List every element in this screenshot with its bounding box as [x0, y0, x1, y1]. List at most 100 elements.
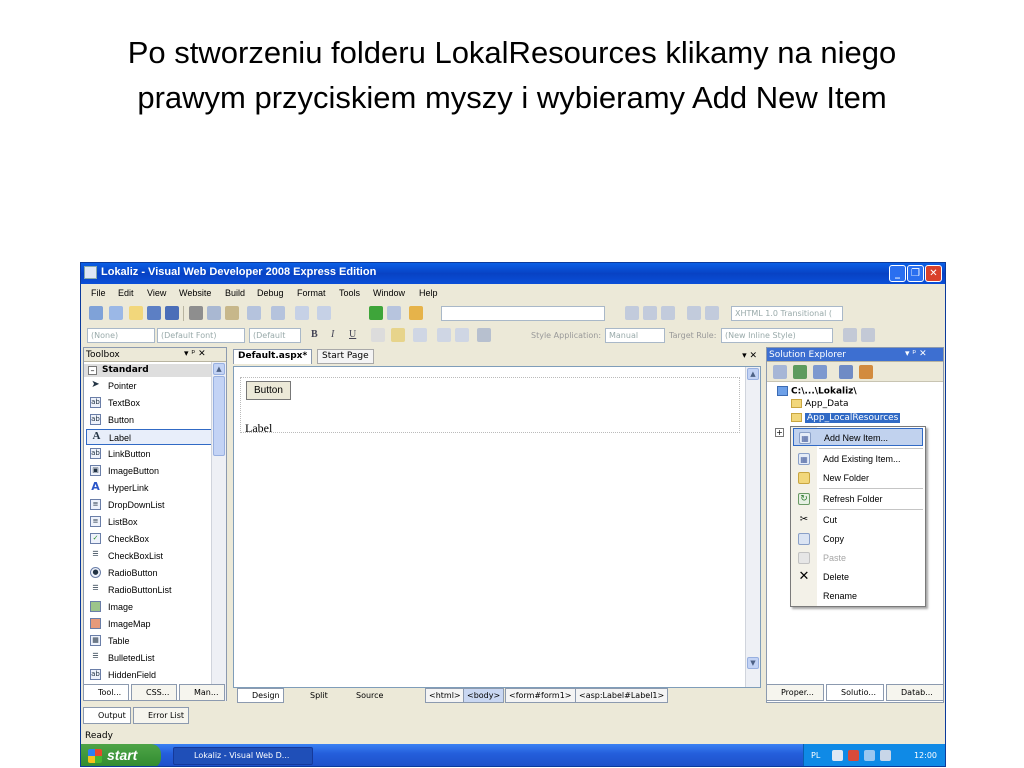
- toolbox-item-bulletedlist[interactable]: ☰ BulletedList: [86, 650, 212, 666]
- tray-security-icon[interactable]: [848, 750, 859, 761]
- menu-item-cut[interactable]: ✂ Cut: [793, 511, 923, 529]
- tree-project-node[interactable]: C:\...\Lokaliz\: [777, 386, 857, 397]
- toolbox-item-image[interactable]: Image: [86, 599, 212, 615]
- tab-properties[interactable]: Proper...: [766, 684, 824, 701]
- find-icon[interactable]: [387, 306, 401, 320]
- add-item-icon[interactable]: [109, 306, 123, 320]
- undo-icon[interactable]: [247, 306, 261, 320]
- menu-item-new-folder[interactable]: New Folder: [793, 469, 923, 487]
- toolbox-item-listbox[interactable]: ≡ ListBox: [86, 514, 212, 530]
- menu-item-delete[interactable]: ✕ Delete: [793, 568, 923, 586]
- tray-network-icon[interactable]: [864, 750, 875, 761]
- target-rule-select[interactable]: (New Inline Style): [721, 328, 833, 343]
- tab-css[interactable]: CSS...: [131, 684, 177, 701]
- menu-help[interactable]: Help: [419, 288, 438, 298]
- toolbox-item-checkbox[interactable]: ✓ CheckBox: [86, 531, 212, 547]
- start-button[interactable]: start: [81, 744, 161, 766]
- properties-icon[interactable]: [773, 365, 787, 379]
- maximize-button[interactable]: ❐: [907, 265, 924, 282]
- tab-output[interactable]: Output: [83, 707, 131, 724]
- save-icon[interactable]: [147, 306, 161, 320]
- toolbox-item-hiddenfield[interactable]: ab HiddenField: [86, 667, 212, 683]
- toolbox-item-radiobutton[interactable]: ● RadioButton: [86, 565, 212, 581]
- block-format-select[interactable]: (None): [87, 328, 155, 343]
- toolbox-item-checkboxlist[interactable]: ☰ CheckBoxList: [86, 548, 212, 564]
- menu-file[interactable]: File: [91, 288, 106, 298]
- asp-label-control[interactable]: Label: [245, 421, 272, 436]
- outdent-icon[interactable]: [643, 306, 657, 320]
- asp-button-control[interactable]: Button: [246, 381, 291, 400]
- menu-tools[interactable]: Tools: [339, 288, 360, 298]
- split-view-button[interactable]: Split: [295, 688, 332, 703]
- indent-icon[interactable]: [625, 306, 639, 320]
- taskbar-item-ide[interactable]: Lokaliz - Visual Web D...: [173, 747, 313, 765]
- menu-item-copy[interactable]: Copy: [793, 530, 923, 548]
- nest-files-icon[interactable]: [813, 365, 827, 379]
- tab-error-list[interactable]: Error List: [133, 707, 189, 724]
- design-view-button[interactable]: Design: [237, 688, 284, 703]
- menu-edit[interactable]: Edit: [118, 288, 134, 298]
- numbered-list-icon[interactable]: [437, 328, 451, 342]
- toolbox-item-table[interactable]: ▦ Table: [86, 633, 212, 649]
- new-project-icon[interactable]: [89, 306, 103, 320]
- editor-scrollbar[interactable]: ▲ ▼: [745, 367, 760, 687]
- align-icon[interactable]: [413, 328, 427, 342]
- expand-icon[interactable]: +: [775, 428, 784, 437]
- design-surface[interactable]: Button Label ▲ ▼: [233, 366, 761, 688]
- save-all-icon[interactable]: [165, 306, 179, 320]
- menu-item-add-new-item[interactable]: ▦ Add New Item...: [793, 428, 923, 446]
- toolbox-pane-controls[interactable]: ▾ ᵖ ✕: [184, 349, 206, 359]
- toolbox-item-linkbutton[interactable]: ab LinkButton: [86, 446, 212, 462]
- font-size-select[interactable]: (Default: [249, 328, 301, 343]
- scroll-up-icon[interactable]: ▲: [747, 368, 759, 380]
- paste-icon[interactable]: [225, 306, 239, 320]
- menu-view[interactable]: View: [147, 288, 166, 298]
- styles-icon[interactable]: [477, 328, 491, 342]
- crumb-body[interactable]: <body>: [463, 688, 505, 703]
- style-application-select[interactable]: Manual: [605, 328, 665, 343]
- scroll-thumb[interactable]: [213, 376, 225, 456]
- crumb-html[interactable]: <html>: [425, 688, 465, 703]
- language-indicator[interactable]: PL: [811, 751, 820, 760]
- manage-styles-icon[interactable]: [861, 328, 875, 342]
- crumb-form[interactable]: <form#form1>: [505, 688, 576, 703]
- tab-database-explorer[interactable]: Datab...: [886, 684, 944, 701]
- highlight-icon[interactable]: [391, 328, 405, 342]
- new-style-icon[interactable]: [843, 328, 857, 342]
- underline-button[interactable]: U: [349, 329, 356, 340]
- navigate-back-icon[interactable]: [295, 306, 309, 320]
- format-document-icon[interactable]: [705, 306, 719, 320]
- menu-item-rename[interactable]: Rename: [793, 587, 923, 605]
- tab-default-aspx[interactable]: Default.aspx*: [233, 349, 313, 364]
- scroll-up-icon[interactable]: ▲: [213, 363, 225, 375]
- source-view-button[interactable]: Source: [341, 688, 387, 703]
- toolbox-item-button[interactable]: ab Button: [86, 412, 212, 428]
- crumb-label[interactable]: <asp:Label#Label1>: [575, 688, 669, 703]
- toolbox-item-textbox[interactable]: ab TextBox: [86, 395, 212, 411]
- menu-build[interactable]: Build: [225, 288, 245, 298]
- collapse-icon[interactable]: –: [88, 366, 97, 375]
- tree-node-app-localresources[interactable]: App_LocalResources: [791, 413, 901, 423]
- minimize-button[interactable]: _: [889, 265, 906, 282]
- bold-button[interactable]: B: [311, 329, 318, 340]
- uncomment-icon[interactable]: [687, 306, 701, 320]
- toolbox-item-radiobuttonlist[interactable]: ☰ RadioButtonList: [86, 582, 212, 598]
- menu-website[interactable]: Website: [179, 288, 211, 298]
- menu-item-refresh-folder[interactable]: ↻ Refresh Folder: [793, 490, 923, 508]
- editor-pane-controls[interactable]: ▾ ✕: [742, 351, 757, 361]
- find-combo[interactable]: [441, 306, 605, 321]
- toolbox-item-hyperlink[interactable]: A HyperLink: [86, 480, 212, 496]
- menu-format[interactable]: Format: [297, 288, 326, 298]
- view-code-icon[interactable]: [839, 365, 853, 379]
- comment-icon[interactable]: [661, 306, 675, 320]
- open-icon[interactable]: [129, 306, 143, 320]
- copy-website-icon[interactable]: [859, 365, 873, 379]
- tab-toolbox[interactable]: Tool...: [83, 684, 129, 701]
- font-color-icon[interactable]: [371, 328, 385, 342]
- close-button[interactable]: ✕: [925, 265, 942, 282]
- tab-manage[interactable]: Man...: [179, 684, 225, 701]
- toolbox-item-pointer[interactable]: ➤ Pointer: [86, 378, 212, 394]
- bulleted-list-icon[interactable]: [455, 328, 469, 342]
- cut-icon[interactable]: [189, 306, 203, 320]
- start-debugging-icon[interactable]: [369, 306, 383, 320]
